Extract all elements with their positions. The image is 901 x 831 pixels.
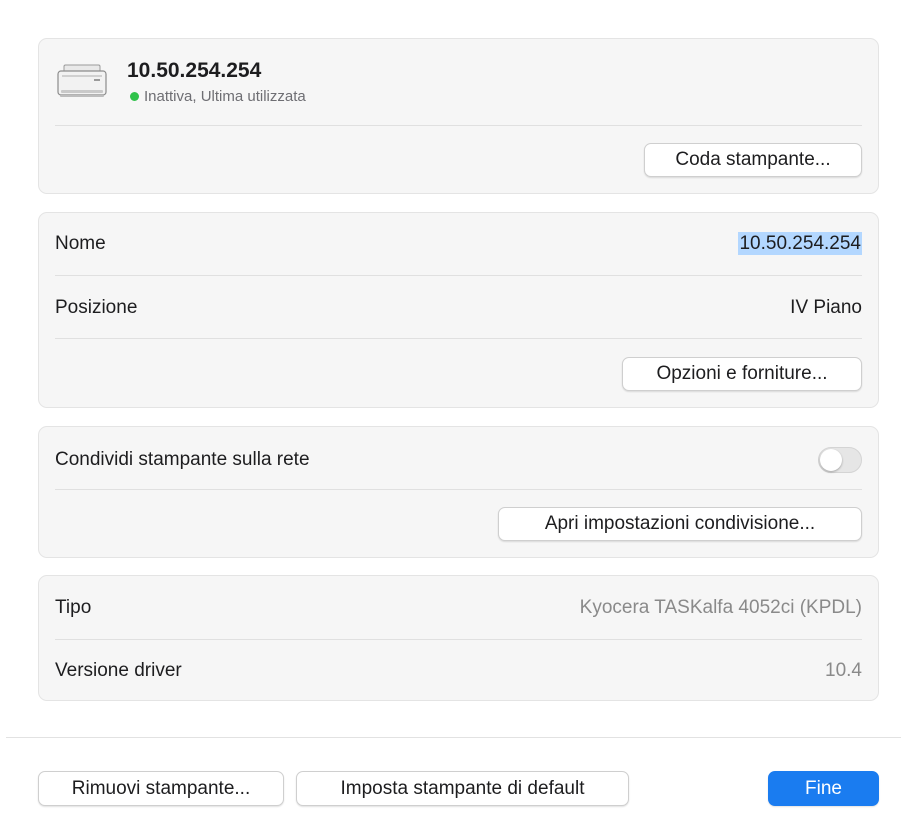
name-value: 10.50.254.254 [738,232,862,255]
print-queue-button[interactable]: Coda stampante... [644,143,862,177]
share-row: Condividi stampante sulla rete [55,445,862,475]
printer-status: Inattiva, Ultima utilizzata [130,88,306,105]
toggle-knob [820,449,842,471]
divider [55,275,862,276]
divider [55,639,862,640]
set-default-printer-button[interactable]: Imposta stampante di default [296,771,629,806]
printer-icon [56,63,108,99]
type-label: Tipo [55,597,92,618]
type-row: Tipo Kyocera TASKalfa 4052ci (KPDL) [55,593,862,623]
location-row: Posizione IV Piano [55,293,862,323]
printer-status-text: Inattiva, Ultima utilizzata [144,88,306,105]
divider [55,125,862,126]
sharing-settings-button[interactable]: Apri impostazioni condivisione... [498,507,862,541]
printer-details-card: Nome 10.50.254.254 Posizione IV Piano Op… [38,212,879,408]
printer-name: 10.50.254.254 [127,59,262,82]
share-toggle[interactable] [818,447,862,473]
printer-card: 10.50.254.254 Inattiva, Ultima utilizzat… [38,38,879,194]
status-dot-icon [130,92,139,101]
location-label: Posizione [55,297,138,318]
options-supplies-button[interactable]: Opzioni e forniture... [622,357,862,391]
driver-value: 10.4 [825,660,862,681]
type-value: Kyocera TASKalfa 4052ci (KPDL) [579,597,862,618]
name-label: Nome [55,233,106,254]
name-field[interactable]: 10.50.254.254 [738,232,862,255]
info-card: Tipo Kyocera TASKalfa 4052ci (KPDL) Vers… [38,575,879,701]
remove-printer-button[interactable]: Rimuovi stampante... [38,771,284,806]
done-button[interactable]: Fine [768,771,879,806]
location-value[interactable]: IV Piano [790,297,862,319]
driver-label: Versione driver [55,660,182,681]
sharing-card: Condividi stampante sulla rete Apri impo… [38,426,879,558]
footer-divider [6,737,901,738]
driver-row: Versione driver 10.4 [55,656,862,686]
name-row: Nome 10.50.254.254 [55,229,862,259]
share-label: Condividi stampante sulla rete [55,449,310,470]
divider [55,338,862,339]
divider [55,489,862,490]
